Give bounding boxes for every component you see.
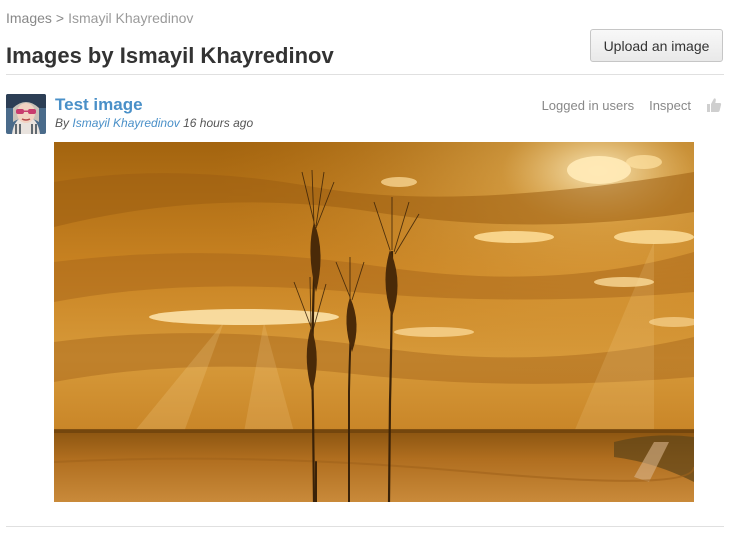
- inspect-link[interactable]: Inspect: [649, 98, 691, 113]
- access-level-link[interactable]: Logged in users: [542, 98, 635, 113]
- breadcrumb-images-link[interactable]: Images: [6, 10, 52, 26]
- avatar-image: [6, 94, 46, 134]
- post-title-link[interactable]: Test image: [55, 95, 143, 115]
- page-title: Images by Ismayil Khayredinov: [6, 43, 334, 68]
- author-avatar[interactable]: [6, 94, 46, 134]
- post-meta: By Ismayil Khayredinov 16 hours ago: [55, 116, 253, 130]
- header-divider: [6, 74, 724, 75]
- wheat-sunset-image: [54, 142, 694, 502]
- breadcrumb-separator: >: [55, 10, 65, 26]
- breadcrumb-current: Ismayil Khayredinov: [68, 10, 194, 26]
- post-timestamp: 16 hours ago: [183, 116, 254, 130]
- post-author-link[interactable]: Ismayil Khayredinov: [72, 116, 179, 130]
- post-actions: Logged in users Inspect: [542, 97, 722, 113]
- thumbs-up-icon[interactable]: [706, 97, 722, 113]
- upload-image-button[interactable]: Upload an image: [590, 29, 723, 62]
- post-image[interactable]: [54, 142, 694, 502]
- breadcrumb: Images > Ismayil Khayredinov: [6, 10, 193, 26]
- bottom-divider: [6, 526, 724, 527]
- post-meta-by: By: [55, 116, 70, 130]
